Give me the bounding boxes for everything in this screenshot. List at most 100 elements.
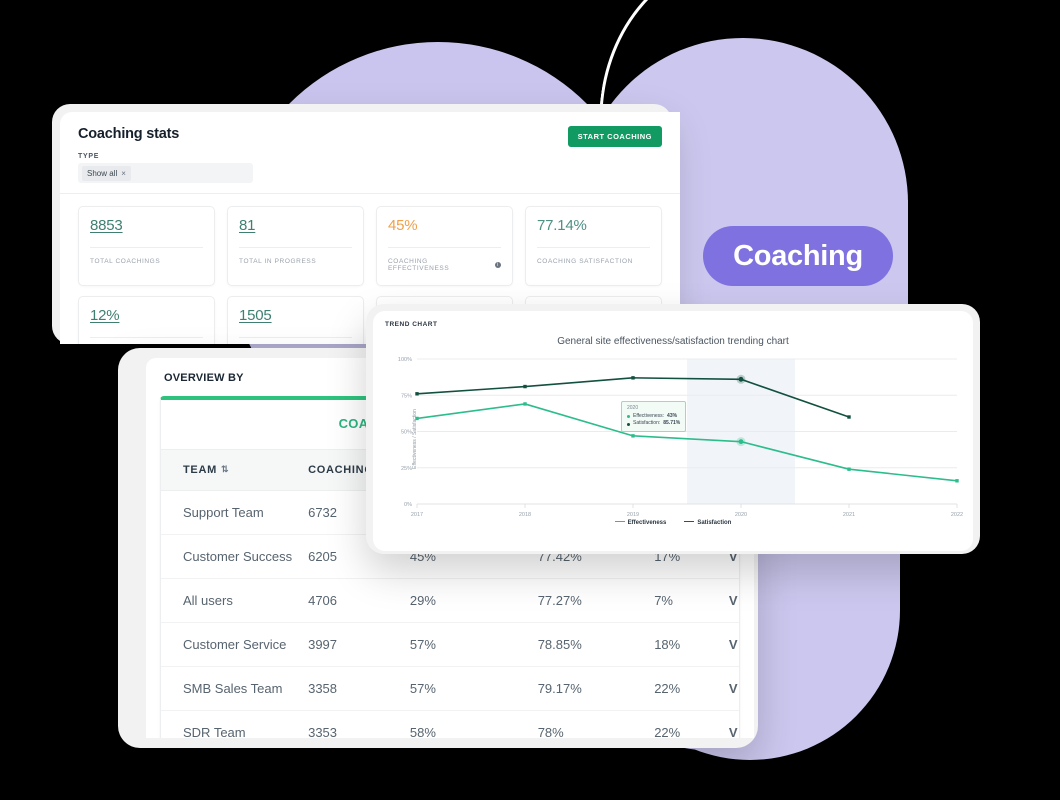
svg-text:100%: 100% [398, 357, 412, 363]
tooltip-effectiveness-value: 43% [667, 412, 678, 419]
view-link[interactable]: VIEW [720, 666, 739, 711]
svg-text:25%: 25% [401, 466, 412, 472]
tooltip-effectiveness-row: Effectiveness: 43% [627, 413, 680, 421]
cell-effectiveness: 58% [401, 710, 530, 738]
svg-text:2022: 2022 [951, 512, 963, 518]
chart-tooltip: 2020 Effectiveness: 43% Satisfaction: 85… [621, 401, 687, 432]
chart-area: Effectiveness / Satisfaction 0% 25% 50% 75%… [383, 351, 963, 526]
close-icon[interactable]: × [121, 169, 126, 178]
legend-dot-icon [627, 422, 630, 426]
svg-text:50%: 50% [401, 430, 412, 436]
stat-value[interactable]: 81 [239, 217, 352, 234]
cell-effectiveness: 29% [401, 578, 530, 623]
stat-label: COACHING SATISFACTION [537, 258, 650, 265]
trend-chart-panel: TREND CHART General site effectiveness/s… [373, 311, 973, 551]
stat-card[interactable]: 81 TOTAL IN PROGRESS [227, 206, 364, 286]
stat-value: 77.14% [537, 217, 587, 234]
tooltip-satisfaction-row: Satisfaction: 85.71% [627, 420, 680, 428]
stat-value[interactable]: 8853 [90, 217, 203, 234]
table-row[interactable]: SMB Sales Team 3358 57% 79.17% 22% VIEW [161, 666, 739, 711]
stat-card[interactable]: 77.14% COACHING SATISFACTION [525, 206, 662, 286]
cell-team[interactable]: SMB Sales Team [161, 666, 301, 711]
cell-team[interactable]: All users [161, 578, 301, 623]
divider [537, 247, 650, 248]
stats-header: Coaching stats START COACHING [60, 112, 680, 147]
divider [239, 337, 352, 338]
table-row[interactable]: All users 4706 29% 77.27% 7% VIEW [161, 578, 739, 623]
svg-text:2019: 2019 [627, 512, 639, 518]
info-icon[interactable]: i [495, 262, 501, 268]
svg-text:2018: 2018 [519, 512, 531, 518]
view-link[interactable]: VIEW [720, 622, 739, 667]
stat-value: 45% [388, 217, 418, 234]
stat-label-text: TOTAL COACHINGS [90, 258, 161, 265]
cell-coachings: 3358 [300, 666, 402, 711]
trend-chart-section-label: TREND CHART [385, 321, 438, 328]
legend-line-icon [614, 520, 625, 522]
stat-card[interactable]: 1505 ACHIEVED [227, 296, 364, 344]
stat-card[interactable]: 12% SIGNED [78, 296, 215, 344]
stat-card[interactable]: 45% COACHING EFFECTIVENESS i [376, 206, 513, 286]
cell-effectiveness: 57% [401, 622, 530, 667]
tooltip-satisfaction-label: Satisfaction: [633, 420, 661, 427]
svg-text:75%: 75% [401, 393, 412, 399]
legend-line-icon [684, 520, 695, 522]
cell-coachings: 3997 [300, 622, 402, 667]
legend-dot-icon [627, 415, 630, 419]
cell-signed: 18% [646, 622, 721, 667]
cell-satisfaction: 78% [529, 710, 647, 738]
cell-team[interactable]: Customer Service [161, 622, 301, 667]
cell-satisfaction: 79.17% [529, 666, 647, 711]
tooltip-year: 2020 [627, 405, 639, 412]
stat-label: TOTAL IN PROGRESS [239, 258, 352, 265]
divider [90, 337, 203, 338]
coaching-badge-label: Coaching [733, 239, 863, 272]
cell-effectiveness: 57% [401, 666, 530, 711]
table-row[interactable]: Customer Service 3997 57% 78.85% 18% VIE… [161, 622, 739, 667]
cell-signed: 7% [646, 578, 721, 623]
divider [388, 247, 501, 248]
divider [239, 247, 352, 248]
cell-team[interactable]: Support Team [161, 490, 301, 535]
chart-title: General site effectiveness/satisfaction … [557, 336, 789, 347]
tooltip-effectiveness-label: Effectiveness: [633, 412, 665, 419]
stat-label: TOTAL COACHINGS [90, 258, 203, 265]
sort-icon[interactable]: ⇅ [221, 464, 229, 475]
cell-satisfaction: 78.85% [529, 622, 647, 667]
device-frame-chart: TREND CHART General site effectiveness/s… [366, 304, 980, 554]
type-filter-input[interactable]: Show all × [78, 163, 253, 183]
filter-chip-label: Show all [87, 168, 118, 178]
cell-team[interactable]: Customer Success [161, 534, 301, 579]
stat-value[interactable]: 12% [90, 307, 203, 324]
view-link[interactable]: VIEW [720, 578, 739, 623]
start-coaching-button[interactable]: START COACHING [567, 126, 662, 147]
page-title: Coaching stats [78, 126, 180, 142]
cell-signed: 22% [646, 710, 721, 738]
cell-coachings: 3353 [300, 710, 402, 738]
view-link[interactable]: VIEW [720, 710, 739, 738]
cell-team[interactable]: SDR Team [161, 710, 301, 738]
chart-y-axis-label: Effectiveness / Satisfaction [411, 408, 418, 469]
table-row[interactable]: SDR Team 3353 58% 78% 22% VIEW [161, 710, 739, 738]
stat-label-text: COACHING EFFECTIVENESS [388, 258, 450, 272]
column-header-team[interactable]: TEAM ⇅ [161, 449, 301, 491]
stat-label-text: COACHING SATISFACTION [537, 258, 633, 265]
stat-cards-row-1: 8853 TOTAL COACHINGS 81 TOTAL IN PROGRES… [60, 194, 680, 286]
column-label: TEAM [183, 464, 217, 476]
stat-card[interactable]: 8853 TOTAL COACHINGS [78, 206, 215, 286]
divider [90, 247, 203, 248]
stat-value[interactable]: 1505 [239, 307, 352, 324]
cell-satisfaction: 77.27% [529, 578, 647, 623]
stat-label-text: TOTAL IN PROGRESS [239, 258, 317, 265]
trend-line-chart: 0% 25% 50% 75% 100% 2017 2018 2019 2020 2021 2022 [398, 357, 963, 518]
cell-coachings: 4706 [300, 578, 402, 623]
svg-text:2020: 2020 [735, 512, 747, 518]
svg-text:2017: 2017 [411, 512, 423, 518]
stat-label: COACHING EFFECTIVENESS i [388, 258, 501, 272]
screenshot-stage: Coaching Coaching stats START COACHING T… [0, 0, 1060, 800]
coaching-badge: Coaching [703, 226, 893, 286]
filter-chip-show-all[interactable]: Show all × [82, 165, 131, 181]
type-filter-label: TYPE [78, 153, 100, 160]
svg-text:0%: 0% [404, 502, 412, 508]
cell-signed: 22% [646, 666, 721, 711]
